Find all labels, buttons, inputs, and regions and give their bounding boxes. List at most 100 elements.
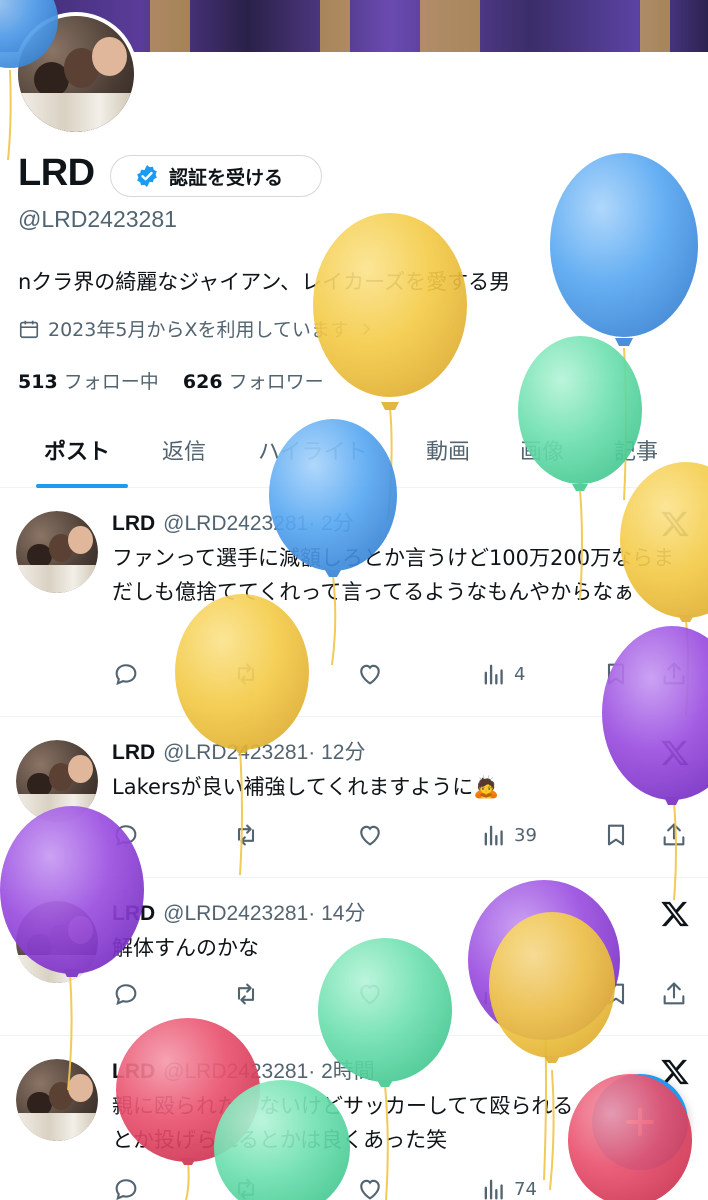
post-item[interactable]: LRD @LRD2423281· 14分 解体すんのかな 25 [0, 879, 708, 1036]
post-author-handle[interactable]: @LRD2423281 [163, 1060, 308, 1083]
post-text: Lakersが良い補強してくれますように🙇 [112, 775, 500, 799]
heart-icon [360, 1179, 380, 1200]
heart-icon [360, 984, 380, 1005]
compose-post-button[interactable] [592, 1074, 688, 1170]
views-count: 25 [514, 983, 537, 1005]
tab-videos[interactable]: 動画 [426, 434, 470, 466]
post-actions: 39 [112, 820, 692, 850]
reply-button[interactable] [112, 1174, 140, 1200]
post-item[interactable]: LRD @LRD2423281· 2分 ファンって選手に減額しろとか言うけど100… [0, 489, 708, 717]
repost-icon [237, 663, 255, 685]
like-button[interactable] [356, 1174, 384, 1200]
profile-handle: @LRD2423281 [18, 206, 177, 232]
x-logo-icon [661, 901, 689, 927]
post-author-name[interactable]: LRD [112, 512, 155, 535]
post-avatar[interactable] [16, 740, 98, 822]
post-author-name[interactable]: LRD [112, 902, 155, 925]
tab-articles[interactable]: 記事 [614, 434, 658, 466]
post-header: LRD @LRD2423281· 2分 [112, 507, 354, 537]
repost-button[interactable] [232, 659, 260, 689]
post-actions: 25 [112, 979, 692, 1009]
post-author-name[interactable]: LRD [112, 1060, 155, 1083]
bookmark-button[interactable] [602, 820, 630, 850]
share-button[interactable] [660, 820, 688, 850]
views-icon [484, 984, 503, 1005]
bookmark-icon [607, 663, 625, 685]
like-button[interactable] [356, 659, 384, 689]
post-header: LRD @LRD2423281· 14分 [112, 897, 365, 927]
reply-icon [115, 984, 137, 1006]
profile-name: LRD [18, 152, 95, 194]
views-count: 39 [514, 824, 537, 846]
joined-date-row[interactable]: 2023年5月からXを利用しています [18, 315, 383, 342]
views-button[interactable]: 74 [480, 1174, 537, 1200]
profile-avatar[interactable] [14, 12, 138, 136]
post-item[interactable]: LRD @LRD2423281· 12分 Lakersが良い補強してくれますように… [0, 718, 708, 878]
post-author-handle[interactable]: @LRD2423281 [163, 741, 308, 764]
like-button[interactable] [356, 820, 384, 850]
reply-button[interactable] [112, 659, 140, 689]
views-icon [484, 825, 503, 846]
post-time[interactable]: · 2時間 [308, 1060, 375, 1083]
repost-button[interactable] [232, 820, 260, 850]
post-time[interactable]: · 12分 [308, 741, 365, 764]
post-actions: 74 [112, 1174, 692, 1200]
post-avatar[interactable] [16, 511, 98, 593]
following-count: 513 [18, 371, 58, 393]
x-logo-icon [661, 511, 689, 537]
repost-icon [237, 824, 255, 846]
tab-posts[interactable]: ポスト [44, 434, 110, 466]
calendar-icon [19, 320, 39, 338]
post-author-name[interactable]: LRD [112, 741, 155, 764]
post-author-handle[interactable]: @LRD2423281 [163, 512, 308, 535]
tab-highlights[interactable]: ハイライト [258, 434, 368, 466]
share-icon [663, 662, 685, 685]
like-button[interactable] [356, 979, 384, 1009]
tab-images[interactable]: 画像 [520, 434, 564, 466]
chevron-right-icon [363, 322, 370, 335]
post-text: 親に殴られた事ないけどサッカーしてて殴られるとか投げられるとかは良くあった笑 [112, 1094, 574, 1152]
reply-icon [115, 825, 137, 847]
views-button[interactable]: 4 [480, 659, 525, 689]
share-button[interactable] [660, 659, 688, 689]
profile-bio: nクラ界の綺麗なジャイアン、レイカーズを愛する男 [18, 270, 511, 294]
repost-button[interactable] [232, 979, 260, 1009]
views-count: 4 [514, 663, 526, 685]
heart-icon [360, 825, 380, 846]
views-icon [484, 1179, 503, 1200]
post-time[interactable]: · 14分 [308, 902, 365, 925]
post-author-handle[interactable]: @LRD2423281 [163, 902, 308, 925]
post-avatar[interactable] [16, 901, 98, 983]
repost-icon [237, 1178, 255, 1200]
plus-icon [626, 1108, 654, 1136]
verified-badge-icon [137, 165, 157, 187]
post-text: ファンって選手に減額しろとか言うけど100万200万ならまだしも億捨ててくれって… [112, 546, 675, 604]
repost-button[interactable] [232, 1174, 260, 1200]
views-button[interactable]: 39 [480, 820, 537, 850]
share-icon [663, 823, 685, 846]
views-button[interactable]: 25 [480, 979, 537, 1009]
bookmark-icon [607, 983, 625, 1005]
post-time[interactable]: · 2分 [308, 512, 354, 535]
x-logo-icon [661, 740, 689, 766]
bookmark-button[interactable] [602, 979, 630, 1009]
tab-replies[interactable]: 返信 [162, 434, 206, 466]
following-label: フォロー中 [63, 371, 159, 393]
bookmark-button[interactable] [602, 659, 630, 689]
followers-link[interactable]: 626 フォロワー [183, 371, 324, 393]
post-avatar[interactable] [16, 1059, 98, 1141]
reply-button[interactable] [112, 979, 140, 1009]
follow-stats: 513 フォロー中 626 フォロワー [18, 367, 324, 394]
followers-count: 626 [182, 371, 223, 393]
heart-icon [360, 664, 380, 685]
share-button[interactable] [660, 979, 688, 1009]
following-link[interactable]: 513 フォロー中 [18, 371, 159, 393]
joined-date-text: 2023年5月からXを利用しています [48, 319, 349, 341]
get-verified-label: 認証を受ける [169, 166, 284, 189]
reply-icon [115, 1179, 137, 1200]
reply-button[interactable] [112, 820, 140, 850]
post-header: LRD @LRD2423281· 2時間 [112, 1055, 375, 1085]
reply-icon [115, 664, 137, 686]
get-verified-button[interactable]: 認証を受ける [110, 155, 322, 197]
views-icon [484, 664, 503, 685]
